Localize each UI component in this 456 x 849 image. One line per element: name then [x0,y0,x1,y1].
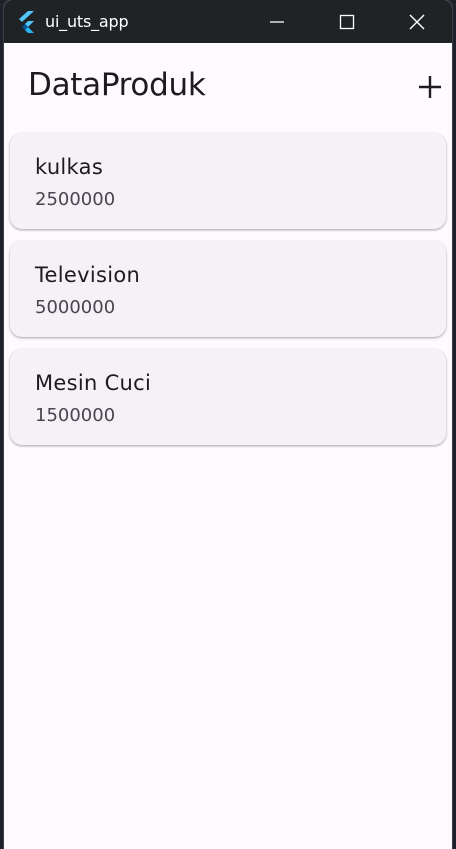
add-icon [419,76,441,98]
app-bar: DataProduk [4,43,452,133]
flutter-logo-icon [17,10,37,34]
title-bar[interactable]: ui_uts_app [4,0,452,43]
product-list: kulkas 2500000 Television 5000000 Mesin … [10,133,446,457]
minimize-button[interactable] [242,0,312,43]
product-card[interactable]: Mesin Cuci 1500000 [10,349,446,445]
caption-buttons [242,0,452,43]
maximize-button[interactable] [312,0,382,43]
minimize-icon [270,20,284,23]
app-window: ui_uts_app DataProduk kulkas 2500000 Tel… [4,0,452,849]
product-name: kulkas [35,155,104,179]
window-title: ui_uts_app [45,12,129,31]
product-price: 2500000 [35,189,116,210]
close-button[interactable] [382,0,452,43]
product-price: 1500000 [35,405,116,426]
product-name: Television [35,263,141,287]
product-card[interactable]: kulkas 2500000 [10,133,446,229]
product-price: 5000000 [35,297,116,318]
add-product-button[interactable] [412,69,448,105]
product-name: Mesin Cuci [35,371,152,395]
page-title: DataProduk [28,67,206,103]
maximize-icon [339,14,355,29]
close-icon [409,14,425,29]
product-card[interactable]: Television 5000000 [10,241,446,337]
